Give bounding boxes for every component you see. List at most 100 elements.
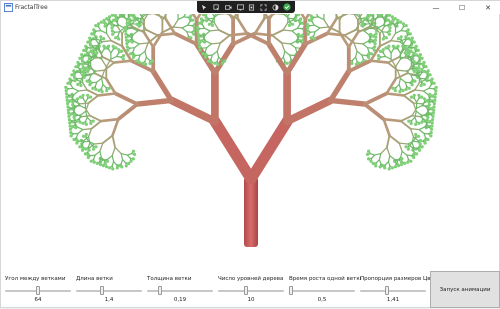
contrast-icon[interactable] bbox=[271, 3, 279, 11]
tree-branch bbox=[121, 160, 123, 164]
video-icon[interactable] bbox=[224, 3, 232, 11]
levels-slider-thumb[interactable] bbox=[244, 286, 248, 295]
angle-slider-thumb[interactable] bbox=[36, 286, 40, 295]
cursor-icon[interactable] bbox=[201, 3, 209, 11]
tree-leaf bbox=[97, 22, 100, 25]
tree-leaf bbox=[198, 45, 201, 48]
thickness-slider[interactable] bbox=[147, 290, 213, 292]
tree-branch bbox=[368, 41, 372, 42]
tree-branch bbox=[83, 83, 88, 90]
tree-leaf bbox=[68, 99, 71, 102]
growth-time-value: 0,5 bbox=[302, 297, 342, 303]
tree-branch bbox=[379, 154, 380, 160]
tree-leaf bbox=[196, 26, 199, 29]
length-slider-thumb[interactable] bbox=[100, 286, 104, 295]
tree-branch bbox=[272, 35, 282, 43]
tree-leaf bbox=[76, 83, 79, 86]
tree-leaf bbox=[400, 35, 403, 38]
tree-leaf bbox=[409, 32, 412, 35]
tree-branch bbox=[324, 20, 329, 27]
tree-leaf bbox=[116, 166, 119, 169]
adorner-icon[interactable] bbox=[248, 3, 256, 11]
tree-trunk bbox=[244, 177, 258, 247]
growth-time-slider[interactable] bbox=[289, 290, 355, 292]
tree-leaf bbox=[427, 106, 430, 109]
tree-branch bbox=[415, 83, 420, 90]
proportion-value: 1,41 bbox=[373, 297, 413, 303]
growth-time-slider-thumb[interactable] bbox=[289, 286, 293, 295]
tree-leaf bbox=[82, 69, 85, 72]
close-button[interactable]: ✕ bbox=[475, 1, 500, 14]
tree-branch bbox=[283, 23, 288, 30]
maximize-button[interactable]: ☐ bbox=[449, 1, 475, 14]
tree-branch bbox=[208, 55, 212, 56]
tree-branch bbox=[217, 43, 220, 51]
tree-leaf bbox=[310, 36, 313, 39]
proportion-slider-thumb[interactable] bbox=[385, 286, 389, 295]
tree-leaf bbox=[424, 138, 427, 141]
tree-leaf bbox=[71, 100, 74, 103]
tree-leaf bbox=[127, 162, 130, 165]
tree-leaf bbox=[420, 96, 423, 99]
tree-branch bbox=[365, 104, 384, 119]
thickness-slider-thumb[interactable] bbox=[158, 286, 162, 295]
tree-branch bbox=[147, 30, 158, 35]
length-slider[interactable] bbox=[76, 290, 142, 292]
tree-branch bbox=[117, 57, 121, 58]
tree-branch bbox=[94, 143, 103, 144]
tree-leaf bbox=[89, 50, 92, 53]
tree-leaf bbox=[126, 49, 129, 52]
tree-branch bbox=[115, 147, 121, 153]
minimize-button[interactable]: — bbox=[423, 1, 449, 14]
tree-branch bbox=[386, 57, 392, 60]
tree-leaf bbox=[129, 52, 132, 55]
tree-leaf bbox=[84, 67, 87, 70]
tree-leaf bbox=[298, 20, 301, 23]
tree-leaf bbox=[423, 97, 426, 100]
tree-branch bbox=[354, 43, 363, 44]
tree-branch bbox=[173, 27, 182, 28]
tree-leaf bbox=[88, 57, 91, 60]
tree-leaf bbox=[125, 164, 128, 167]
tree-branch bbox=[80, 106, 86, 109]
tree-branch bbox=[407, 66, 412, 73]
tree-leaf bbox=[73, 113, 76, 116]
tree-branch bbox=[178, 17, 184, 20]
proportion-slider[interactable] bbox=[360, 290, 426, 292]
tree-leaf bbox=[413, 94, 416, 97]
tree-branch bbox=[376, 160, 379, 163]
start-animation-button[interactable]: Запуск анимации bbox=[430, 271, 500, 308]
tree-branch bbox=[417, 63, 421, 64]
tree-leaf bbox=[430, 131, 433, 134]
tree-leaf bbox=[85, 133, 88, 136]
tree-branch bbox=[114, 61, 131, 63]
tree-leaf bbox=[138, 61, 141, 64]
tree-leaf bbox=[87, 68, 90, 71]
tree-branch bbox=[138, 30, 147, 31]
tree-leaf bbox=[433, 99, 436, 102]
tree-leaf bbox=[385, 36, 388, 39]
track-focus-icon[interactable] bbox=[260, 3, 268, 11]
tree-leaf bbox=[306, 23, 309, 26]
tree-branch bbox=[400, 78, 405, 82]
check-icon[interactable] bbox=[283, 3, 291, 11]
tree-leaf bbox=[200, 17, 203, 20]
levels-slider[interactable] bbox=[218, 290, 284, 292]
tree-branch bbox=[133, 31, 138, 35]
select-element-icon[interactable] bbox=[213, 3, 221, 11]
tree-leaf bbox=[432, 112, 435, 115]
tree-branch bbox=[391, 33, 396, 40]
tree-branch bbox=[77, 115, 81, 116]
window-controls: — ☐ ✕ bbox=[423, 1, 500, 14]
tree-leaf bbox=[124, 26, 127, 29]
tree-leaf bbox=[423, 83, 426, 86]
tree-leaf bbox=[433, 82, 436, 85]
tree-leaf bbox=[384, 46, 387, 49]
tree-leaf bbox=[92, 28, 95, 31]
tree-leaf bbox=[75, 120, 78, 123]
tree-branch bbox=[137, 100, 171, 104]
tree-branch bbox=[384, 119, 401, 121]
display-layout-icon[interactable] bbox=[236, 3, 244, 11]
tree-branch bbox=[115, 94, 137, 105]
tree-branch bbox=[100, 151, 101, 157]
